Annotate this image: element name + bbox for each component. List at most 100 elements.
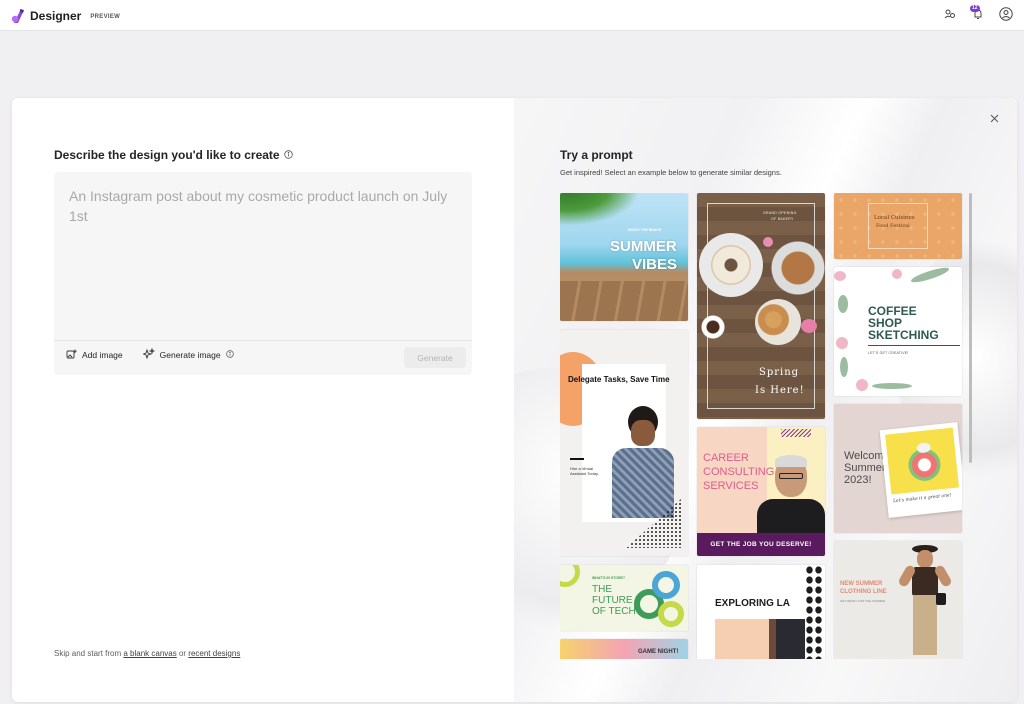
account-button[interactable] (995, 6, 1017, 26)
coffee-sub: LET'S GET CREATIVE! (868, 351, 909, 355)
delegate-title: Delegate Tasks, Save Time (568, 375, 670, 384)
bakery-kicker-1: GRAND OPENING (763, 211, 797, 215)
top-bar: Designer PREVIEW 12 (0, 0, 1024, 31)
info-icon[interactable] (283, 148, 293, 162)
delegate-rule (570, 458, 584, 460)
tech-line3: OF TECH (592, 606, 636, 617)
career-title-1: CAREER (703, 452, 749, 464)
beach-deck (560, 281, 688, 321)
describe-heading: Describe the design you'd like to create (54, 148, 293, 162)
generate-image-label: Generate image (159, 350, 221, 360)
prompt-actions: Add image Generate image (66, 347, 234, 362)
gallery-scrollbar[interactable] (969, 193, 972, 463)
skip-line: Skip and start from a blank canvas or re… (54, 649, 240, 658)
bakery-line1: Spring (759, 367, 800, 378)
template-card-summer-vibes[interactable]: ENJOY THE BEACH SUMMER VIBES (560, 193, 688, 321)
man-photo (755, 455, 825, 533)
template-card-bakery-spring[interactable]: GRAND OPENING OF BAKERY Spring Is Here! (697, 193, 825, 419)
add-image-button[interactable]: Add image (66, 349, 123, 362)
delegate-sub: Hire a Virtual Assistant Today. (570, 466, 599, 477)
describe-heading-text: Describe the design you'd like to create (54, 148, 280, 162)
model-photo (897, 545, 954, 659)
bakery-kicker-2: OF BAKERY (771, 217, 794, 221)
share-button[interactable] (939, 6, 961, 26)
tech-line2: FUTURE (592, 595, 633, 606)
try-prompt-subheading: Get inspired! Select an example below to… (560, 168, 782, 177)
dot-column (805, 565, 823, 659)
welcome-line3: 2023! (844, 474, 872, 486)
try-a-prompt-pane: Try a prompt Get inspired! Select an exa… (514, 98, 1017, 702)
career-banner: GET THE JOB YOU DESERVE! (697, 533, 825, 556)
template-card-coffee-sketching[interactable]: COFFEE SHOP SKETCHING LET'S GET CREATIVE… (834, 267, 962, 396)
flower-pink (801, 319, 817, 333)
buns-plate (755, 299, 801, 345)
floral-bottom (856, 375, 916, 395)
try-prompt-heading: Try a prompt (560, 148, 633, 162)
skip-prefix: Skip and start from (54, 649, 124, 658)
flower-pink-small (763, 237, 773, 247)
tech-rings (634, 571, 688, 629)
template-card-exploring-la[interactable]: EXPLORING LA (697, 565, 825, 659)
career-title-3: SERVICES (703, 480, 759, 492)
template-card-future-of-tech[interactable]: WHAT'S IN STORE? THE FUTURE OF TECH (560, 565, 688, 631)
tech-line1: THE (592, 584, 612, 595)
people-share-icon (944, 7, 956, 25)
stripes-pattern (781, 429, 811, 437)
top-right-icons: 12 (939, 5, 1017, 26)
tech-ring-left (560, 565, 580, 587)
skip-mid: or (176, 649, 189, 658)
generate-image-info-icon[interactable] (225, 350, 234, 360)
summer-line2: VIBES (632, 256, 678, 273)
generate-image-button[interactable]: Generate image (141, 347, 234, 362)
pastry-plate (771, 233, 825, 303)
preview-badge: PREVIEW (90, 14, 121, 20)
close-icon (990, 110, 999, 128)
tech-kicker: WHAT'S IN STORE? (592, 576, 625, 580)
summer-kicker: ENJOY THE BEACH (628, 228, 662, 232)
clothing-sub: GET READY FOR THE SUMMER (840, 599, 886, 603)
cuisine-line1: Local Cuisines (874, 215, 915, 221)
woman-photo (606, 406, 676, 518)
la-photo (715, 619, 805, 659)
prompt-input[interactable] (54, 172, 472, 340)
cake-plate (699, 233, 763, 297)
describe-pane: Describe the design you'd like to create… (12, 98, 514, 702)
generate-button[interactable]: Generate (404, 347, 466, 368)
game-title: GAME NIGHT! (638, 649, 679, 655)
clothing-line2: CLOTHING LINE (840, 589, 887, 595)
blank-canvas-link[interactable]: a blank canvas (123, 649, 176, 658)
add-image-icon (66, 349, 77, 362)
designer-logo-icon (11, 8, 25, 24)
app-title: Designer (30, 9, 82, 23)
coffee-cup (701, 315, 725, 339)
prompt-divider (54, 340, 472, 341)
la-title: EXPLORING LA (715, 598, 791, 609)
example-gallery: ENJOY THE BEACH SUMMER VIBES Delegate Ta… (560, 193, 964, 659)
floral-left (834, 267, 856, 396)
floral-top (886, 267, 962, 297)
add-image-label: Add image (82, 350, 123, 360)
welcome-line2: Summer (844, 462, 886, 474)
template-card-delegate-tasks[interactable]: Delegate Tasks, Save Time Hire a Virtual… (560, 330, 688, 556)
bakery-line2: Is Here! (755, 385, 805, 396)
clothing-line1: NEW SUMMER (840, 581, 883, 587)
summer-line1: SUMMER (610, 238, 677, 255)
welcome-note: Let's make it a great one! (892, 493, 952, 505)
coffee-rule (868, 345, 960, 346)
polaroid: Let's make it a great one! (879, 422, 962, 518)
brand[interactable]: Designer PREVIEW (11, 6, 120, 26)
template-card-local-cuisines[interactable]: Local Cuisines Food Festival (834, 193, 962, 259)
template-card-game-night[interactable]: GAME NIGHT! (560, 639, 688, 659)
recent-designs-link[interactable]: recent designs (188, 649, 240, 658)
close-button[interactable] (987, 112, 1001, 126)
template-card-summer-clothing[interactable]: NEW SUMMER CLOTHING LINE GET READY FOR T… (834, 541, 962, 659)
notification-badge: 12 (970, 5, 980, 12)
palm-leaves (560, 193, 640, 226)
user-avatar-icon (999, 6, 1013, 26)
cuisine-line2: Food Festival (876, 223, 910, 229)
notifications-button[interactable]: 12 (967, 5, 989, 26)
career-banner-text: GET THE JOB YOU DESERVE! (710, 541, 812, 548)
template-card-career-consulting[interactable]: CAREER CONSULTING SERVICES GET THE JOB Y… (697, 427, 825, 556)
sparkle-icon (141, 347, 156, 362)
template-card-welcome-summer[interactable]: Welcome Summer 2023! Let's make it a gre… (834, 404, 962, 533)
